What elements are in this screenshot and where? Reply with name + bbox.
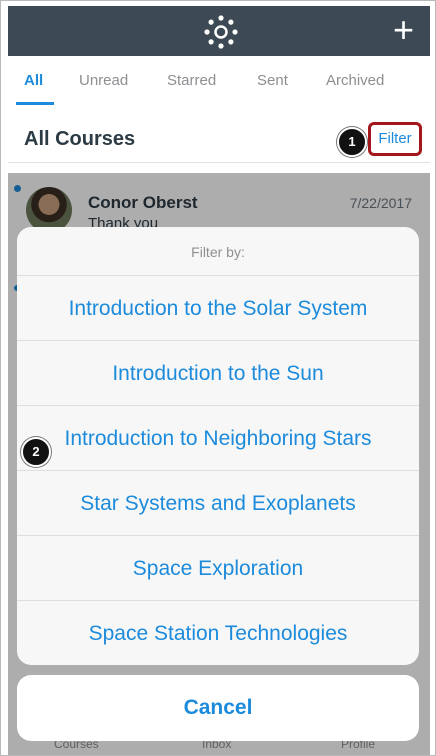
tab-all[interactable]: All	[24, 72, 43, 89]
callout-badge-2: 2	[21, 437, 51, 467]
filter-option-exoplanets[interactable]: Star Systems and Exoplanets	[17, 470, 419, 536]
filter-option-space-exploration[interactable]: Space Exploration	[17, 535, 419, 601]
cancel-button[interactable]: Cancel	[17, 675, 419, 741]
top-navbar: +	[8, 6, 430, 56]
tab-unread[interactable]: Unread	[79, 72, 128, 89]
canvas-logo-icon	[204, 15, 238, 49]
tab-archived[interactable]: Archived	[326, 72, 384, 89]
sheet-title: Filter by:	[191, 244, 245, 260]
filter-option-sun[interactable]: Introduction to the Sun	[17, 340, 419, 406]
active-tab-indicator	[16, 102, 54, 105]
filter-button[interactable]: Filter	[368, 122, 422, 156]
compose-button[interactable]: +	[393, 10, 414, 50]
filter-option-space-station[interactable]: Space Station Technologies	[17, 600, 419, 665]
tab-sent[interactable]: Sent	[257, 72, 288, 89]
inbox-tabs: All Unread Starred Sent Archived	[8, 56, 430, 106]
filter-option-neighboring-stars[interactable]: Introduction to Neighboring Stars	[17, 405, 419, 471]
app-frame: + All Unread Starred Sent Archived All C…	[0, 0, 436, 756]
page-title: All Courses	[24, 128, 136, 150]
filter-option-solar-system[interactable]: Introduction to the Solar System	[17, 275, 419, 341]
courses-header: All Courses Filter	[8, 106, 430, 163]
filter-action-sheet: Filter by: Introduction to the Solar Sys…	[17, 227, 419, 665]
callout-badge-1: 1	[337, 127, 367, 157]
tab-starred[interactable]: Starred	[167, 72, 216, 89]
